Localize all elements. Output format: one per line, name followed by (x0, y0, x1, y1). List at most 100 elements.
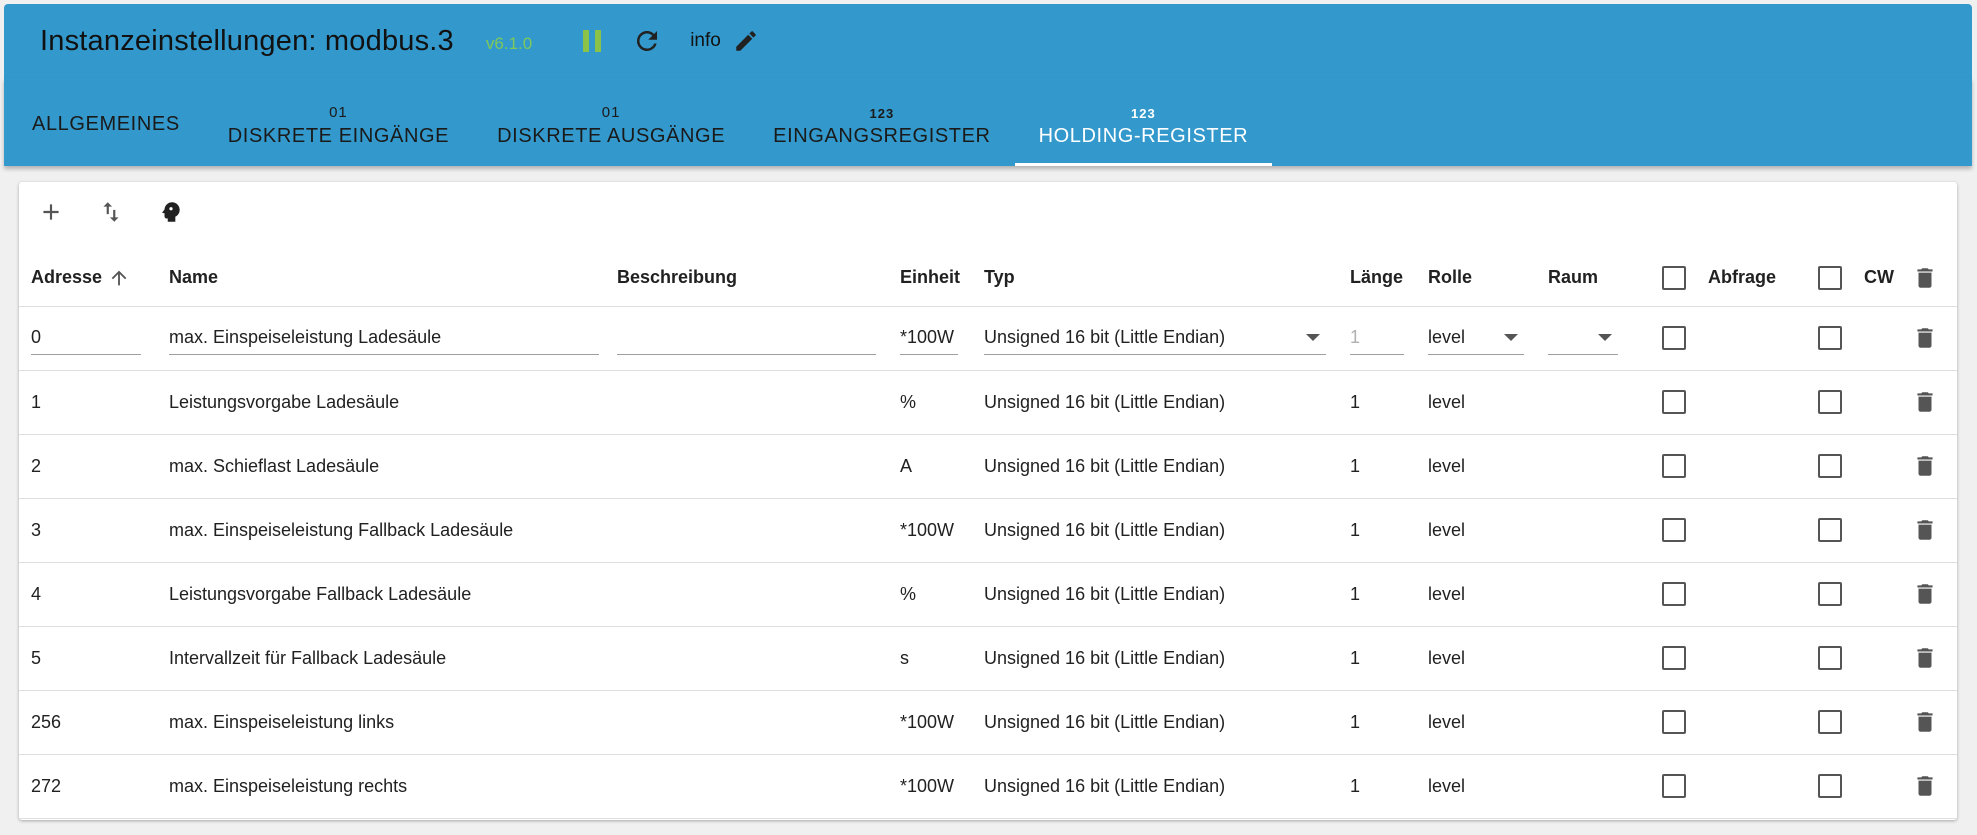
description-input[interactable] (617, 321, 876, 355)
cw-checkbox[interactable] (1818, 646, 1842, 670)
tab-label: ALLGEMEINES (32, 112, 180, 135)
table-row[interactable]: 3 max. Einspeiseleistung Fallback Ladesäu… (19, 498, 1957, 562)
column-header-cw-checkbox-cell (1818, 250, 1864, 307)
role-select[interactable]: level (1428, 321, 1524, 355)
add-icon[interactable] (31, 192, 71, 232)
select-all-cw-checkbox[interactable] (1818, 265, 1842, 290)
poll-checkbox[interactable] (1662, 710, 1686, 734)
info-label: info (690, 30, 721, 51)
cell-length: 1 (1350, 583, 1361, 604)
holding-register-card: Adresse Name Beschreibung Einheit Typ Lä… (19, 182, 1957, 820)
length-input[interactable]: 1 (1350, 321, 1404, 355)
page-title: Instanzeinstellungen: modbus.3 (40, 24, 454, 57)
column-header-role[interactable]: Rolle (1428, 250, 1548, 307)
delete-row-icon[interactable] (1910, 579, 1940, 609)
head-icon[interactable] (151, 192, 191, 232)
tab-sub-label: 123 (1131, 106, 1156, 121)
delete-row-icon[interactable] (1910, 643, 1940, 673)
table-row[interactable]: 256 max. Einspeiseleistung links *100W Unsi… (19, 690, 1957, 754)
delete-all-icon[interactable] (1910, 263, 1940, 293)
delete-row-icon[interactable] (1910, 771, 1940, 801)
tab-sub-label: 01 (601, 104, 621, 121)
table-row[interactable]: 2 max. Schieflast Ladesäule A Unsigned 16 b… (19, 434, 1957, 498)
tab-label: EINGANGSREGISTER (773, 125, 991, 147)
cell-type: Unsigned 16 bit (Little Endian) (984, 711, 1226, 732)
cw-checkbox[interactable] (1818, 454, 1842, 478)
tab-holding-register[interactable]: 123 HOLDING-REGISTER (1014, 78, 1273, 166)
cw-checkbox[interactable] (1818, 710, 1842, 734)
column-header-length[interactable]: Länge (1350, 250, 1428, 307)
cw-checkbox[interactable] (1818, 326, 1842, 350)
table-row[interactable]: 1 Leistungsvorgabe Ladesäule% Unsigned 16 … (19, 370, 1957, 434)
column-header-poll[interactable]: Abfrage (1708, 250, 1818, 307)
tab-label: DISKRETE EINGÄNGE (227, 125, 450, 147)
delete-row-icon[interactable] (1910, 387, 1940, 417)
refresh-icon[interactable] (630, 24, 664, 58)
cw-checkbox[interactable] (1818, 774, 1842, 798)
edit-icon[interactable] (731, 26, 761, 56)
room-select[interactable] (1548, 321, 1618, 355)
tab-diskrete-eingaenge[interactable]: 01 DISKRETE EINGÄNGE (204, 78, 473, 166)
column-header-description[interactable]: Beschreibung (617, 250, 900, 307)
tab-eingangsregister[interactable]: 123 EINGANGSREGISTER (749, 78, 1014, 166)
cell-unit: s (900, 647, 909, 668)
cw-checkbox[interactable] (1818, 518, 1842, 542)
chevron-down-icon (1306, 334, 1320, 341)
table-header-row: Adresse Name Beschreibung Einheit Typ Lä… (19, 250, 1957, 307)
cell-type: Unsigned 16 bit (Little Endian) (984, 647, 1226, 668)
app-root: Instanzeinstellungen: modbus.3 v6.1.0 in… (0, 0, 1977, 835)
column-label: Adresse (31, 266, 103, 287)
cell-address: 3 (31, 519, 42, 540)
table-row[interactable]: 5 Intervallzeit für Fallback Ladesäule s Un… (19, 626, 1957, 690)
table-toolbar (31, 192, 211, 232)
cell-role: level (1428, 519, 1466, 540)
name-input[interactable]: max. Einspeiseleistung Ladesäule (169, 321, 599, 355)
cell-length: 1 (1350, 519, 1361, 540)
column-header-name[interactable]: Name (157, 250, 617, 307)
address-input[interactable]: 0 (31, 321, 141, 355)
cw-checkbox[interactable] (1818, 582, 1842, 606)
import-export-icon[interactable] (91, 192, 131, 232)
tab-allgemeines[interactable]: ALLGEMEINES (8, 78, 204, 166)
cell-name: max. Schieflast Ladesäule (169, 455, 380, 476)
cell-type: Unsigned 16 bit (Little Endian) (984, 519, 1226, 540)
column-header-type[interactable]: Typ (984, 250, 1350, 307)
cell-length: 1 (1350, 711, 1361, 732)
poll-checkbox[interactable] (1662, 774, 1686, 798)
column-header-address[interactable]: Adresse (19, 250, 157, 307)
cell-room (1548, 434, 1662, 498)
poll-checkbox[interactable] (1662, 390, 1686, 414)
select-all-poll-checkbox[interactable] (1662, 265, 1686, 290)
sort-ascending-icon[interactable] (108, 267, 130, 289)
delete-row-icon[interactable] (1910, 323, 1940, 353)
cell-address: 256 (31, 711, 62, 732)
poll-checkbox[interactable] (1662, 518, 1686, 542)
cell-role: level (1428, 391, 1466, 412)
delete-row-icon[interactable] (1910, 515, 1940, 545)
cell-name: max. Einspeiseleistung Fallback Ladesäul… (169, 519, 514, 540)
column-header-cw[interactable]: CW (1864, 250, 1910, 307)
poll-checkbox[interactable] (1662, 454, 1686, 478)
type-select[interactable]: Unsigned 16 bit (Little Endian) (984, 321, 1326, 355)
cell-unit: % (900, 391, 917, 412)
chevron-down-icon (1504, 334, 1518, 341)
poll-checkbox[interactable] (1662, 646, 1686, 670)
cell-role: level (1428, 775, 1466, 796)
cell-description (617, 498, 900, 562)
unit-input[interactable]: *100W (900, 321, 958, 355)
column-header-room[interactable]: Raum (1548, 250, 1662, 307)
pause-icon[interactable] (578, 27, 606, 55)
cell-room (1548, 370, 1662, 434)
column-header-unit[interactable]: Einheit (900, 250, 984, 307)
table-row[interactable]: 272 max. Einspeiseleistung rechts *100W Uns… (19, 754, 1957, 818)
instance-settings-header: Instanzeinstellungen: modbus.3 v6.1.0 in… (4, 4, 1972, 78)
delete-row-icon[interactable] (1910, 451, 1940, 481)
table-row[interactable]: 4 Leistungsvorgabe Fallback Ladesäule% Uns… (19, 562, 1957, 626)
poll-checkbox[interactable] (1662, 326, 1686, 350)
delete-row-icon[interactable] (1910, 707, 1940, 737)
cell-name: Intervallzeit für Fallback Ladesäule (169, 647, 447, 668)
cw-checkbox[interactable] (1818, 390, 1842, 414)
poll-checkbox[interactable] (1662, 582, 1686, 606)
cell-role: level (1428, 647, 1466, 668)
tab-diskrete-ausgaenge[interactable]: 01 DISKRETE AUSGÄNGE (473, 78, 749, 166)
